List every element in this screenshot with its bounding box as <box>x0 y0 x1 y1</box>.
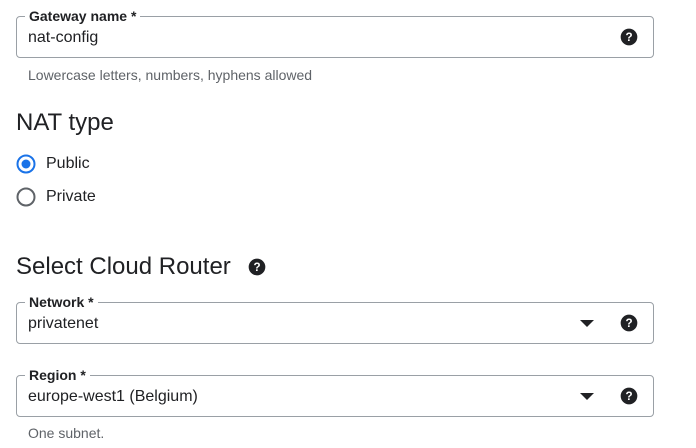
radio-unselected-icon[interactable] <box>16 187 36 207</box>
region-label: Region * <box>25 366 90 384</box>
svg-text:?: ? <box>253 261 260 274</box>
radio-selected-icon[interactable] <box>16 154 36 174</box>
gateway-name-hint: Lowercase letters, numbers, hyphens allo… <box>28 67 313 83</box>
radio-option-private[interactable]: Private <box>16 186 96 208</box>
network-select[interactable]: Network * privatenet ? <box>16 293 654 344</box>
region-value: europe-west1 (Belgium) <box>28 388 198 405</box>
svg-text:?: ? <box>625 31 632 44</box>
gateway-name-input[interactable]: nat-config <box>28 29 98 47</box>
svg-text:?: ? <box>625 390 632 403</box>
help-circle-icon[interactable]: ? <box>619 313 639 333</box>
gateway-name-label: Gateway name * <box>25 7 141 25</box>
help-circle-icon[interactable]: ? <box>247 257 267 277</box>
help-circle-icon[interactable]: ? <box>619 27 639 47</box>
radio-label-private: Private <box>46 188 96 205</box>
help-circle-icon[interactable]: ? <box>619 386 639 406</box>
nat-type-title: NAT type <box>16 109 114 136</box>
dropdown-arrow-icon[interactable] <box>580 391 594 401</box>
radio-label-public: Public <box>46 155 90 172</box>
network-label: Network * <box>25 293 98 311</box>
radio-option-public[interactable]: Public <box>16 153 90 175</box>
gateway-name-field[interactable]: Gateway name * nat-config ? <box>16 7 654 58</box>
network-value: privatenet <box>28 315 99 332</box>
dropdown-arrow-icon[interactable] <box>580 318 594 328</box>
cloud-router-title: Select Cloud Router <box>16 253 231 280</box>
region-select[interactable]: Region * europe-west1 (Belgium) ? <box>16 366 654 417</box>
svg-text:?: ? <box>625 317 632 330</box>
region-hint: One subnet. <box>28 425 105 441</box>
